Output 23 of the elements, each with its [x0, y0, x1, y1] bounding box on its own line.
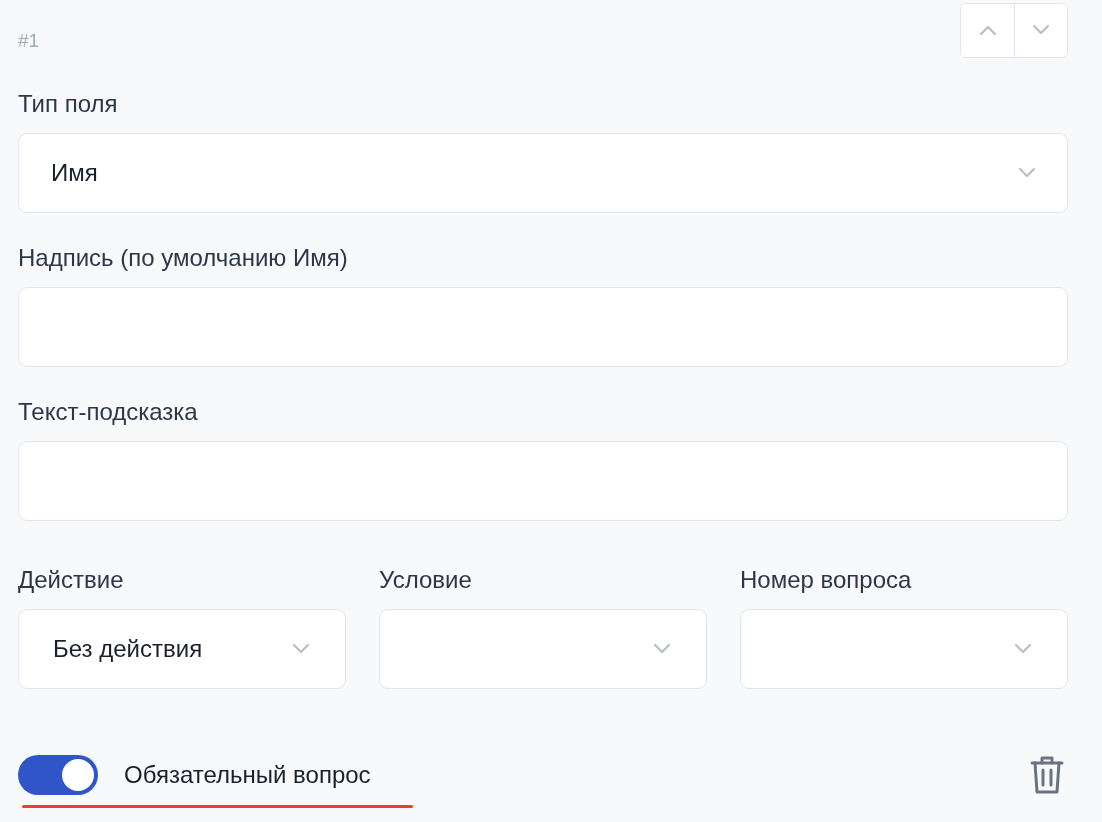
trash-icon[interactable] — [1029, 755, 1065, 795]
field-label: Номер вопроса — [740, 565, 913, 595]
chevron-down-icon — [652, 643, 672, 655]
select-field[interactable] — [379, 609, 707, 689]
chevron-up-icon — [977, 24, 998, 36]
field-label: Текст-подсказка — [18, 397, 199, 427]
input-field[interactable] — [18, 287, 1068, 367]
chevron-down-icon — [1013, 643, 1033, 655]
field-label: Действие — [18, 565, 125, 595]
move-down-button[interactable] — [1014, 3, 1067, 57]
select-field[interactable]: Имя — [18, 133, 1068, 213]
select-field[interactable]: Без действия — [18, 609, 346, 689]
question-number: #1 — [18, 30, 40, 52]
field-label: Условие — [379, 565, 473, 595]
chevron-down-icon — [1017, 167, 1037, 179]
field-label: Тип поля — [18, 89, 119, 119]
toggle-switch[interactable] — [18, 755, 98, 795]
input-field[interactable] — [18, 441, 1068, 521]
toggle-label: Обязательный вопрос — [124, 761, 371, 789]
field-label: Надпись (по умолчанию Имя) — [18, 243, 349, 273]
select-field[interactable] — [740, 609, 1068, 689]
chevron-down-icon — [291, 643, 311, 655]
chevron-down-icon — [1031, 24, 1051, 36]
